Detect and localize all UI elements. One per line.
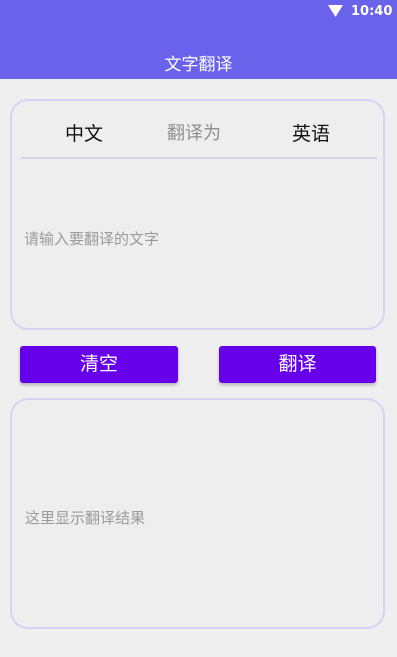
clear-button[interactable]: 清空 [20,346,178,383]
input-card: 中文 翻译为 英语 请输入要翻译的文字 [10,99,385,330]
status-bar: 10:40 [0,0,397,26]
divider [21,157,377,159]
language-row: 中文 翻译为 英语 [12,121,383,147]
page-title: 文字翻译 [164,55,233,75]
status-time: 10:40 [351,4,393,19]
translate-direction-label: 翻译为 [167,123,221,144]
wifi-icon [328,5,343,17]
source-language-selector[interactable]: 中文 [65,121,103,147]
translation-result-text: 这里显示翻译结果 [25,509,146,527]
translate-button[interactable]: 翻译 [219,346,376,383]
source-text-input[interactable]: 请输入要翻译的文字 [24,229,364,249]
target-language-selector[interactable]: 英语 [292,121,330,147]
result-card: 这里显示翻译结果 [10,398,385,629]
app-header: 10:40 文字翻译 [0,0,397,79]
